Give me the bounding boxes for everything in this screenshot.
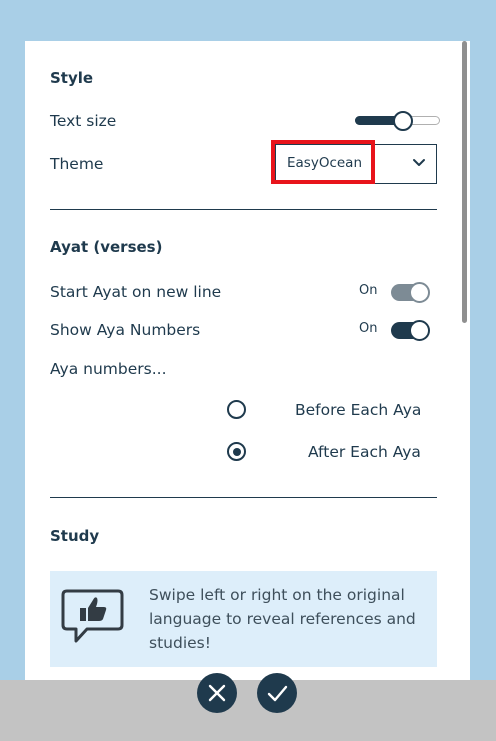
- radio-before-each-aya[interactable]: [227, 400, 246, 419]
- radio-selected-dot: [232, 447, 241, 456]
- new-line-label: Start Ayat on new line: [50, 283, 222, 301]
- aya-numbers-label: Aya numbers...: [50, 360, 167, 378]
- radio-after-each-aya[interactable]: [227, 442, 246, 461]
- style-heading: Style: [50, 69, 94, 87]
- scrollbar[interactable]: [462, 41, 467, 323]
- divider: [50, 497, 437, 498]
- theme-highlight-box: [271, 140, 375, 184]
- close-icon: [208, 684, 226, 702]
- show-numbers-label: Show Aya Numbers: [50, 321, 201, 339]
- confirm-button[interactable]: [257, 673, 297, 713]
- thumbs-up-speech-bubble-icon: [61, 589, 124, 643]
- text-size-label: Text size: [50, 112, 117, 130]
- ayat-heading: Ayat (verses): [50, 238, 163, 256]
- study-heading: Study: [50, 527, 100, 545]
- cancel-button[interactable]: [197, 673, 237, 713]
- study-hint-text: Swipe left or right on the original lang…: [149, 586, 416, 652]
- chevron-down-icon: [413, 159, 425, 166]
- theme-label: Theme: [50, 155, 104, 173]
- divider: [50, 209, 437, 210]
- slider-thumb[interactable]: [392, 111, 413, 131]
- toggle-knob: [409, 282, 430, 303]
- show-numbers-toggle[interactable]: [391, 320, 430, 341]
- before-each-aya-label[interactable]: Before Each Aya: [295, 401, 421, 419]
- new-line-toggle[interactable]: [391, 282, 430, 303]
- bottom-action-bar: [0, 680, 496, 741]
- after-each-aya-label[interactable]: After Each Aya: [308, 443, 421, 461]
- check-icon: [267, 685, 288, 702]
- toggle-knob: [409, 320, 430, 341]
- new-line-state: On: [359, 283, 378, 298]
- show-numbers-state: On: [359, 321, 378, 336]
